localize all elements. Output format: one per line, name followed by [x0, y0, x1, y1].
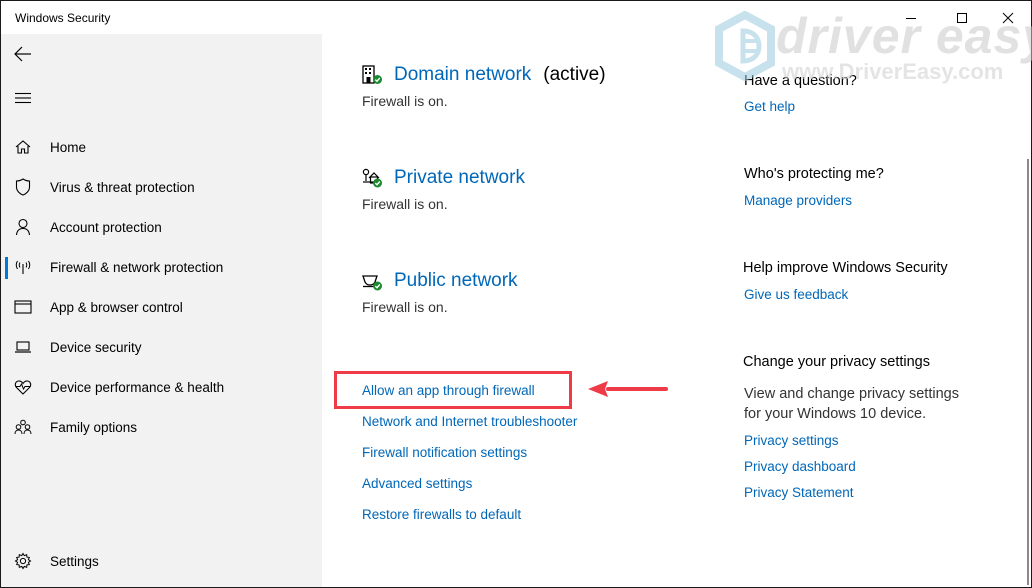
active-indicator: [5, 257, 8, 279]
sidebar-item-virus-threat-protection[interactable]: Virus & threat protection: [1, 167, 322, 207]
shield-icon: [14, 178, 32, 196]
active-network-label: (active): [543, 64, 606, 85]
sidebar-item-label: App & browser control: [50, 299, 183, 315]
gear-icon: [14, 552, 32, 570]
back-arrow-icon: [14, 46, 31, 62]
antenna-icon: [14, 258, 32, 276]
close-icon: [1002, 12, 1014, 24]
domain-network-section: Domain network (active) Firewall is on.: [362, 61, 606, 109]
annotation-highlight-box: [334, 371, 572, 409]
have-a-question-heading: Have a question?: [744, 73, 857, 89]
browser-window-icon: [14, 298, 32, 316]
restore-firewalls-default-link[interactable]: Restore firewalls to default: [362, 507, 521, 522]
firewall-status: Firewall is on.: [362, 93, 448, 109]
whos-protecting-heading: Who's protecting me?: [744, 166, 884, 182]
sidebar-item-label: Device security: [50, 339, 142, 355]
public-network-link[interactable]: Public network: [394, 270, 518, 292]
sidebar: Home Virus & threat protection Account p…: [1, 34, 322, 587]
laptop-icon: [14, 338, 32, 356]
privacy-description-line1: View and change privacy settings: [744, 386, 959, 402]
sidebar-item-label: Firewall & network protection: [50, 259, 224, 275]
advanced-settings-link[interactable]: Advanced settings: [362, 476, 472, 491]
annotation-arrow-icon: [588, 381, 668, 397]
domain-building-icon: [362, 64, 384, 86]
scrollbar[interactable]: [1027, 159, 1029, 585]
sidebar-item-family-options[interactable]: Family options: [1, 407, 322, 447]
firewall-status: Firewall is on.: [362, 299, 448, 315]
app-title: Windows Security: [15, 11, 111, 25]
private-home-icon: [362, 167, 384, 189]
sidebar-item-firewall-network-protection[interactable]: Firewall & network protection: [1, 247, 322, 287]
back-button[interactable]: [9, 40, 37, 68]
sidebar-item-device-security[interactable]: Device security: [1, 327, 322, 367]
sidebar-item-home[interactable]: Home: [1, 127, 322, 167]
hamburger-menu-icon: [15, 92, 31, 104]
network-troubleshooter-link[interactable]: Network and Internet troubleshooter: [362, 414, 577, 429]
person-icon: [14, 218, 32, 236]
privacy-dashboard-link[interactable]: Privacy dashboard: [744, 459, 856, 474]
menu-button[interactable]: [9, 84, 37, 112]
public-cafe-icon: [362, 270, 384, 292]
sidebar-item-label: Settings: [50, 553, 99, 569]
heart-pulse-icon: [14, 378, 32, 396]
title-bar: Windows Security: [1, 1, 1031, 34]
public-network-section: Public network Firewall is on.: [362, 267, 518, 315]
maximize-button[interactable]: [939, 5, 985, 31]
privacy-statement-link[interactable]: Privacy Statement: [744, 485, 854, 500]
minimize-button[interactable]: [888, 5, 934, 31]
help-improve-heading: Help improve Windows Security: [743, 260, 948, 276]
sidebar-item-label: Virus & threat protection: [50, 179, 195, 195]
sidebar-item-device-performance-health[interactable]: Device performance & health: [1, 367, 322, 407]
close-button[interactable]: [985, 5, 1031, 31]
private-network-link[interactable]: Private network: [394, 167, 525, 189]
private-network-section: Private network Firewall is on.: [362, 164, 525, 212]
windows-security-window: Windows Security Home Virus & threat pro…: [0, 0, 1032, 588]
sidebar-item-label: Device performance & health: [50, 379, 225, 395]
firewall-status: Firewall is on.: [362, 196, 448, 212]
home-icon: [14, 138, 32, 156]
domain-network-link[interactable]: Domain network: [394, 64, 531, 86]
sidebar-item-label: Home: [50, 139, 87, 155]
main-content: Domain network (active) Firewall is on. …: [322, 34, 1031, 587]
family-icon: [14, 418, 32, 436]
minimize-icon: [906, 18, 916, 19]
privacy-heading: Change your privacy settings: [743, 354, 930, 370]
sidebar-item-label: Account protection: [50, 219, 162, 235]
sidebar-item-app-browser-control[interactable]: App & browser control: [1, 287, 322, 327]
sidebar-item-label: Family options: [50, 419, 138, 435]
maximize-icon: [957, 13, 967, 23]
manage-providers-link[interactable]: Manage providers: [744, 193, 852, 208]
get-help-link[interactable]: Get help: [744, 99, 795, 114]
privacy-settings-link[interactable]: Privacy settings: [744, 433, 839, 448]
give-feedback-link[interactable]: Give us feedback: [744, 287, 848, 302]
sidebar-item-account-protection[interactable]: Account protection: [1, 207, 322, 247]
firewall-notification-settings-link[interactable]: Firewall notification settings: [362, 445, 527, 460]
privacy-description-line2: for your Windows 10 device.: [744, 406, 927, 422]
sidebar-item-settings[interactable]: Settings: [1, 541, 322, 581]
